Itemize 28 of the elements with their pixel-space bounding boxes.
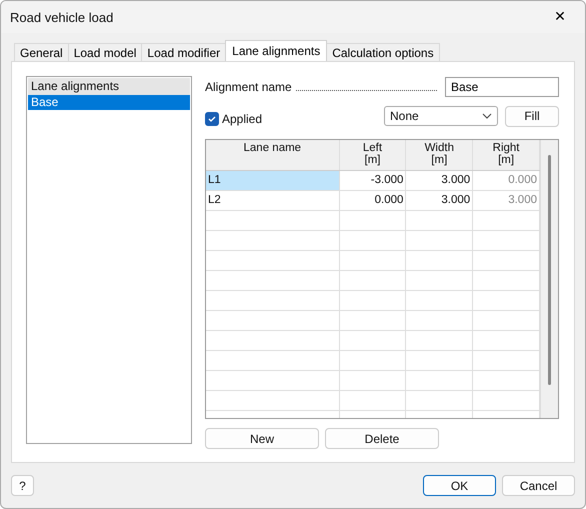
column-header: Left [m] bbox=[340, 140, 406, 170]
table-cell: L1 bbox=[206, 171, 340, 190]
help-button[interactable]: ? bbox=[11, 475, 34, 496]
list-item[interactable]: Base bbox=[28, 95, 190, 110]
tab[interactable]: General bbox=[14, 43, 69, 61]
preset-dropdown[interactable]: None bbox=[384, 106, 498, 126]
chevron-icon bbox=[482, 113, 492, 119]
dialog-button[interactable]: OK bbox=[423, 475, 496, 496]
window-title: Road vehicle load bbox=[10, 10, 114, 24]
applied-checkbox[interactable]: Applied bbox=[205, 112, 384, 126]
table-cell: L2 bbox=[206, 191, 340, 210]
column-header: Lane name bbox=[206, 140, 340, 170]
close-button[interactable]: ✕ bbox=[540, 1, 580, 33]
table-cell: 0.000 bbox=[340, 191, 406, 210]
scrollbar-thumb[interactable] bbox=[548, 155, 551, 385]
tab[interactable]: Lane alignments bbox=[225, 40, 328, 61]
table-cell: -3.000 bbox=[340, 171, 406, 190]
table-cell: 3.000 bbox=[406, 191, 474, 210]
dialog-button[interactable]: Cancel bbox=[502, 475, 575, 496]
tab[interactable]: Calculation options bbox=[326, 43, 440, 61]
table-button[interactable]: Delete bbox=[325, 428, 439, 449]
name-field[interactable]: Base bbox=[445, 77, 559, 97]
fill-button[interactable]: Fill bbox=[505, 106, 559, 126]
field-label: Alignment name bbox=[205, 80, 292, 94]
list-header: Lane alignments bbox=[28, 78, 190, 95]
table-button[interactable]: New bbox=[205, 428, 319, 449]
column-header: Width [m] bbox=[406, 140, 474, 170]
table-cell: 3.000 bbox=[406, 171, 474, 190]
